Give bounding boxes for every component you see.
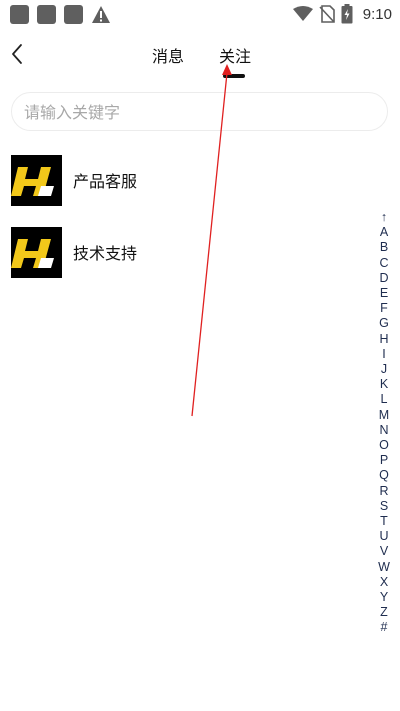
contact-name: 产品客服 [73, 172, 138, 191]
avatar [11, 154, 62, 206]
index-letter[interactable]: X [380, 575, 388, 590]
system-icons: 9:10 [292, 4, 392, 24]
index-letter[interactable]: L [381, 392, 388, 407]
warning-icon [92, 6, 110, 23]
app-notification-icon [10, 5, 29, 24]
index-letter[interactable]: F [380, 301, 388, 316]
header: 消息 关注 [0, 36, 400, 78]
tab-messages[interactable]: 消息 [152, 43, 184, 67]
search-input[interactable] [24, 101, 364, 123]
index-letter[interactable]: R [379, 484, 388, 499]
search-box[interactable] [11, 92, 388, 131]
index-letter[interactable]: ↑ [381, 210, 387, 225]
index-letter[interactable]: J [381, 362, 387, 377]
index-letter[interactable]: M [379, 408, 389, 423]
index-letter[interactable]: O [379, 438, 389, 453]
index-letter[interactable]: T [380, 514, 388, 529]
back-icon[interactable] [8, 42, 28, 66]
index-letter[interactable]: W [378, 560, 390, 575]
app-notification-icon [64, 5, 83, 24]
index-letter[interactable]: N [379, 423, 388, 438]
index-letter[interactable]: Y [380, 590, 388, 605]
no-sim-icon [319, 5, 335, 23]
brand-logo-icon [11, 154, 62, 206]
app-notification-icon [37, 5, 56, 24]
index-letter[interactable]: P [380, 453, 388, 468]
index-letter[interactable]: I [382, 347, 385, 362]
index-letter[interactable]: # [381, 620, 388, 635]
contact-name: 技术支持 [73, 244, 138, 263]
index-letter[interactable]: K [380, 377, 388, 392]
list-item[interactable]: 产品客服 [11, 154, 341, 206]
wifi-icon [292, 6, 313, 21]
index-letter[interactable]: B [380, 240, 388, 255]
list-item[interactable]: 技术支持 [11, 226, 341, 278]
index-letter[interactable]: Q [379, 468, 389, 483]
index-letter[interactable]: S [380, 499, 388, 514]
index-letter[interactable]: E [380, 286, 388, 301]
clock: 9:10 [362, 5, 392, 23]
index-letter[interactable]: H [379, 332, 388, 347]
notification-icons [10, 5, 111, 24]
alphabet-index[interactable]: ↑ A B C D E F G H I J K L M N O P Q R S T U V W X Y Z # [376, 210, 392, 636]
battery-charging-icon [341, 4, 353, 24]
index-letter[interactable]: C [379, 256, 388, 271]
index-letter[interactable]: D [379, 271, 388, 286]
avatar [11, 226, 62, 278]
tab-follow[interactable]: 关注 [219, 43, 251, 67]
active-tab-indicator [223, 74, 245, 78]
brand-logo-icon [11, 226, 62, 278]
index-letter[interactable]: Z [380, 605, 388, 620]
index-letter[interactable]: G [379, 316, 389, 331]
index-letter[interactable]: A [380, 225, 388, 240]
index-letter[interactable]: U [379, 529, 388, 544]
index-letter[interactable]: V [380, 544, 388, 559]
status-bar: 9:10 [0, 0, 400, 30]
